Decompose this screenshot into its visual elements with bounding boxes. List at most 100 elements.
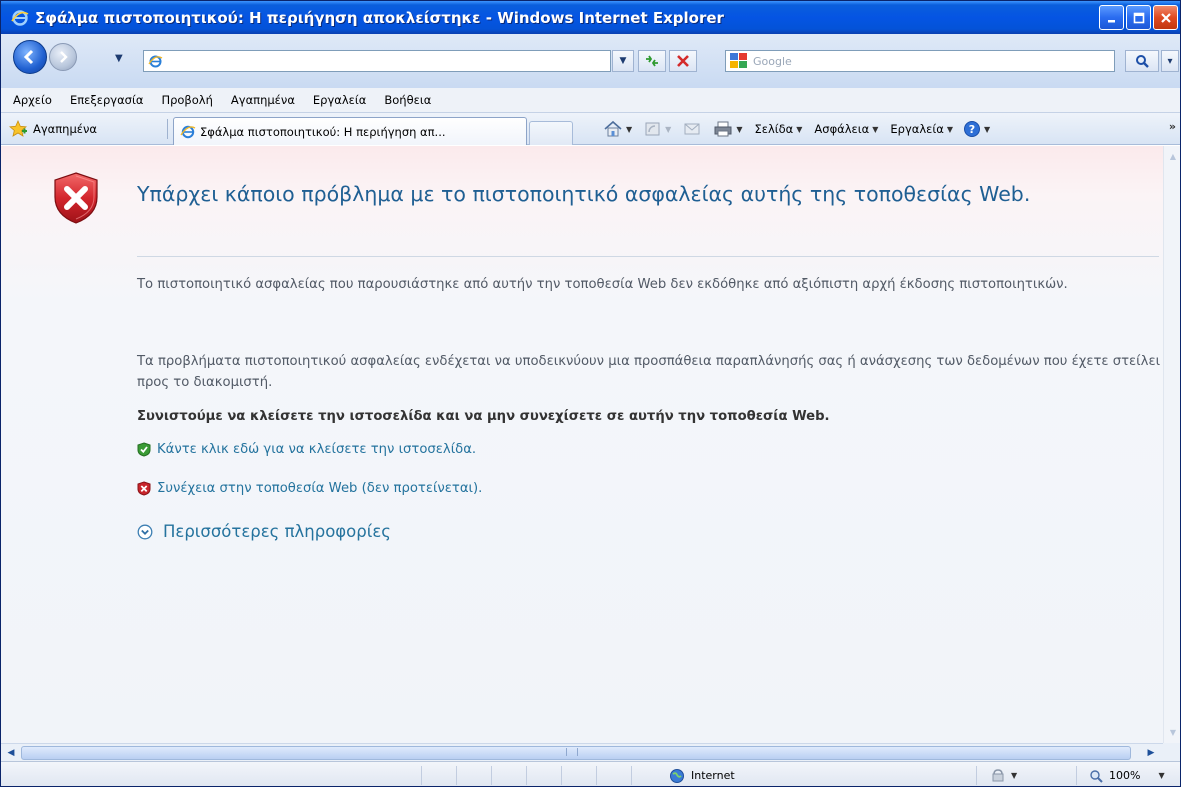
favorites-label: Αγαπημένα [33, 122, 98, 136]
vertical-scrollbar[interactable]: ▲ ▼ [1163, 146, 1180, 743]
menu-item-edit[interactable]: Επεξεργασία [70, 93, 143, 107]
tools-menu-button[interactable]: Εργαλεία ▼ [890, 122, 953, 136]
security-zone-label: Internet [691, 769, 735, 782]
status-divider [976, 766, 977, 785]
toolbar-overflow-icon[interactable]: » [1169, 120, 1176, 133]
horizontal-scrollbar[interactable]: ◀ ▶ [1, 743, 1163, 761]
refresh-button[interactable] [638, 50, 666, 72]
divider [137, 256, 1159, 257]
status-divider [631, 766, 632, 785]
more-information-text: Περισσότερες πληροφορίες [163, 522, 391, 541]
menu-item-tools[interactable]: Εργαλεία [313, 93, 366, 107]
home-icon [604, 120, 622, 137]
error-shield-icon [54, 172, 98, 224]
read-mail-button[interactable] [683, 122, 701, 136]
search-input[interactable]: Google [725, 50, 1115, 72]
back-button[interactable] [13, 40, 47, 74]
zoom-control[interactable]: 100% ▼ [1089, 766, 1165, 785]
close-page-link[interactable]: Κάντε κλικ εδώ για να κλείσετε την ιστοσ… [137, 442, 476, 457]
mail-icon [684, 123, 700, 135]
chevron-down-icon: ▼ [872, 124, 879, 134]
scroll-grip [566, 748, 578, 756]
expand-circle-icon [137, 524, 153, 539]
print-button[interactable]: ▼ [713, 120, 742, 138]
status-divider [421, 766, 422, 785]
google-logo-icon [729, 52, 749, 70]
certificate-explanation: Το πιστοποιητικό ασφαλείας που παρουσιάσ… [137, 277, 1068, 292]
page-menu-label: Σελίδα [754, 122, 794, 136]
help-icon: ? [964, 121, 981, 137]
chevron-down-icon: ▼ [984, 124, 991, 134]
menu-item-help[interactable]: Βοήθεια [384, 93, 431, 107]
close-window-button[interactable] [1153, 5, 1178, 30]
feeds-icon [645, 122, 660, 136]
toolbar-separator [167, 119, 168, 139]
tab-title: Σφάλμα πιστοποιητικού: Η περιήγηση απ... [200, 124, 446, 139]
status-divider [561, 766, 562, 785]
safety-menu-button[interactable]: Ασφάλεια ▼ [814, 122, 878, 136]
help-button[interactable]: ? ▼ [963, 120, 990, 138]
scroll-down-icon[interactable]: ▼ [1165, 724, 1180, 740]
menu-item-favorites[interactable]: Αγαπημένα [231, 93, 295, 107]
menu-bar: Αρχείο Επεξεργασία Προβολή Αγαπημένα Εργ… [1, 88, 1180, 113]
continue-to-website-link[interactable]: Συνέχεια στην τοποθεσία Web (δεν προτείν… [137, 481, 482, 496]
continue-link-text: Συνέχεια στην τοποθεσία Web (δεν προτείν… [157, 481, 483, 496]
history-dropdown-icon[interactable]: ▼ [115, 53, 123, 64]
status-divider [526, 766, 527, 785]
safe-shield-icon [137, 442, 151, 457]
risk-explanation: Τα προβλήματα πιστοποιητικού ασφαλείας ε… [137, 354, 1161, 390]
title-bar[interactable]: Σφάλμα πιστοποιητικού: Η περιήγηση αποκλ… [1, 1, 1180, 34]
favorites-star-icon [9, 120, 27, 137]
search-options-button[interactable]: ▾ [1161, 50, 1179, 72]
printer-icon [714, 121, 732, 137]
back-arrow-icon [23, 49, 34, 65]
maximize-icon [1133, 12, 1144, 23]
security-zone[interactable]: Internet [669, 766, 735, 785]
close-icon [1160, 12, 1171, 23]
refresh-icon [646, 55, 658, 67]
command-bar: ▼ ▼ ▼ Σελίδα ▼ Ασφάλεια ▼ Εργαλεία ▼ ? ▼ [603, 118, 990, 140]
scroll-left-icon[interactable]: ◀ [3, 745, 19, 761]
ie-page-icon [180, 125, 196, 138]
svg-text:?: ? [969, 123, 975, 136]
error-shield-small-icon [137, 481, 151, 496]
address-input[interactable] [143, 50, 611, 72]
status-divider [491, 766, 492, 785]
forward-button[interactable] [49, 43, 77, 71]
home-button[interactable]: ▼ [603, 120, 632, 138]
stop-button[interactable] [669, 50, 697, 72]
tools-menu-label: Εργαλεία [890, 122, 944, 136]
scroll-up-icon[interactable]: ▲ [1165, 148, 1180, 164]
page-menu-button[interactable]: Σελίδα ▼ [754, 122, 802, 136]
zoom-magnifier-icon [1090, 769, 1103, 783]
favorites-tab-bar: Αγαπημένα Σφάλμα πιστοποιητικού: Η περιή… [1, 113, 1180, 145]
search-button[interactable] [1125, 50, 1159, 72]
forward-arrow-icon [60, 51, 68, 63]
chevron-down-icon: ▼ [665, 124, 672, 134]
lock-shield-icon [992, 768, 1004, 781]
favorites-button[interactable]: Αγαπημένα [9, 118, 97, 140]
more-information-toggle[interactable]: Περισσότερες πληροφορίες [137, 522, 391, 541]
menu-item-view[interactable]: Προβολή [161, 93, 212, 107]
globe-icon [670, 768, 684, 783]
new-tab-button[interactable] [529, 121, 573, 145]
maximize-button[interactable] [1126, 5, 1151, 30]
chevron-down-icon: ▼ [1158, 771, 1165, 780]
chevron-down-icon: ▼ [1011, 771, 1018, 780]
ie-window: Σφάλμα πιστοποιητικού: Η περιήγηση αποκλ… [0, 0, 1181, 787]
minimize-button[interactable] [1099, 5, 1124, 30]
chevron-down-icon: ▼ [946, 124, 954, 134]
protected-mode-indicator[interactable]: ▼ [991, 766, 1017, 785]
page-content: Υπάρχει κάποιο πρόβλημα με το πιστοποιητ… [1, 146, 1163, 743]
tab-certificate-error[interactable]: Σφάλμα πιστοποιητικού: Η περιήγηση απ... [173, 117, 527, 145]
chevron-down-icon: ▾ [1167, 55, 1173, 67]
scrollbar-corner [1163, 743, 1180, 761]
chevron-down-icon: ▼ [619, 56, 627, 66]
scroll-right-icon[interactable]: ▶ [1143, 745, 1159, 761]
chevron-down-icon: ▼ [736, 124, 743, 134]
menu-item-file[interactable]: Αρχείο [13, 93, 52, 107]
address-dropdown-button[interactable]: ▼ [612, 50, 634, 72]
recommendation-text: Συνιστούμε να κλείσετε την ιστοσελίδα κα… [137, 409, 830, 424]
feeds-button[interactable]: ▼ [644, 121, 671, 137]
status-bar: Internet ▼ 100% ▼ [1, 761, 1180, 786]
